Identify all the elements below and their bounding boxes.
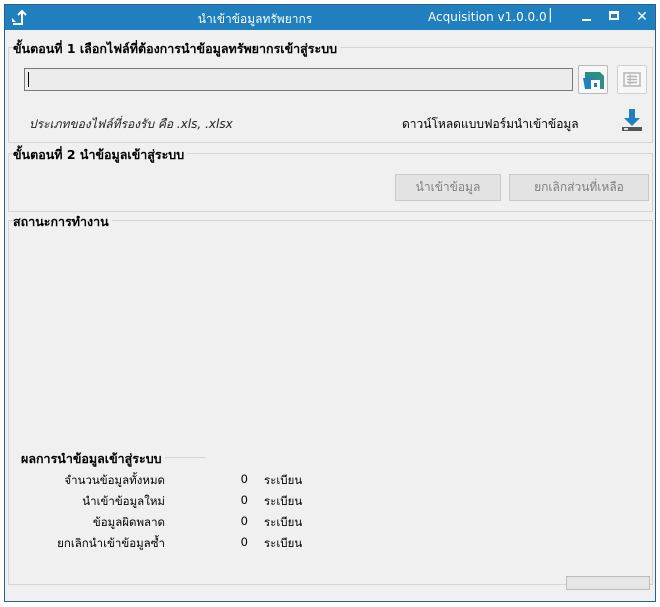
title-bar[interactable]: นำเข้าข้อมูลทรัพยากร Acquisition v1.0.0.… [5,5,655,30]
import-arrow-icon [11,8,27,26]
stat-unit: ระเบียน [264,515,303,529]
list-view-button[interactable] [617,65,647,94]
import-window: นำเข้าข้อมูลทรัพยากร Acquisition v1.0.0.… [4,4,656,602]
minimize-button[interactable] [578,7,596,27]
stat-value: 0 [240,535,248,549]
step2-title: ขั้นตอนที่ 2 นำข้อมูลเข้าสู่ระบบ [13,145,188,165]
stat-unit: ระเบียน [264,473,303,487]
stat-row-total: จำนวนข้อมูลทั้งหมด 0 ระเบียน [5,472,345,490]
progress-bar [566,576,650,590]
results-title: ผลการนำข้อมูลเข้าสู่ระบบ [21,449,165,469]
stat-label: จำนวนข้อมูลทั้งหมด [64,473,165,487]
window-title: นำเข้าข้อมูลทรัพยากร [197,12,313,26]
stat-label: ข้อมูลผิดพลาด [92,515,165,529]
stat-row-new: นำเข้าข้อมูลใหม่ 0 ระเบียน [5,493,345,511]
stat-label: นำเข้าข้อมูลใหม่ [82,494,165,508]
stat-row-errors: ข้อมูลผิดพลาด 0 ระเบียน [5,514,345,532]
stat-unit: ระเบียน [264,536,303,550]
download-template-button[interactable] [617,105,647,134]
file-path-input[interactable] [24,68,573,91]
status-title: สถานะการทำงาน [13,212,112,232]
supported-file-types-note: ประเภทของไฟล์ที่รองรับ คือ .xls, .xlsx [29,117,233,131]
stat-row-duplicates: ยกเลิกนำเข้าข้อมูลซ้ำ 0 ระเบียน [5,535,345,553]
close-button[interactable]: ✕ [633,7,651,27]
browse-file-button[interactable] [578,65,608,94]
stat-value: 0 [240,514,248,528]
maximize-button[interactable] [606,7,624,27]
text-caret [28,72,29,87]
stat-value: 0 [240,493,248,507]
stat-label: ยกเลิกนำเข้าข้อมูลซ้ำ [57,536,165,550]
stat-value: 0 [240,472,248,486]
stat-unit: ระเบียน [264,494,303,508]
import-data-button[interactable]: นำเข้าข้อมูล [395,174,501,201]
title-separator: | [548,7,553,23]
cancel-remaining-button[interactable]: ยกเลิกส่วนที่เหลือ [509,174,649,201]
step1-title: ขั้นตอนที่ 1 เลือกไฟล์ที่ต้องการนำข้อมูล… [13,39,341,59]
download-template-label[interactable]: ดาวน์โหลดแบบฟอร์มนำเข้าข้อมูล [402,115,579,134]
app-version: Acquisition v1.0.0.0 [428,10,547,24]
